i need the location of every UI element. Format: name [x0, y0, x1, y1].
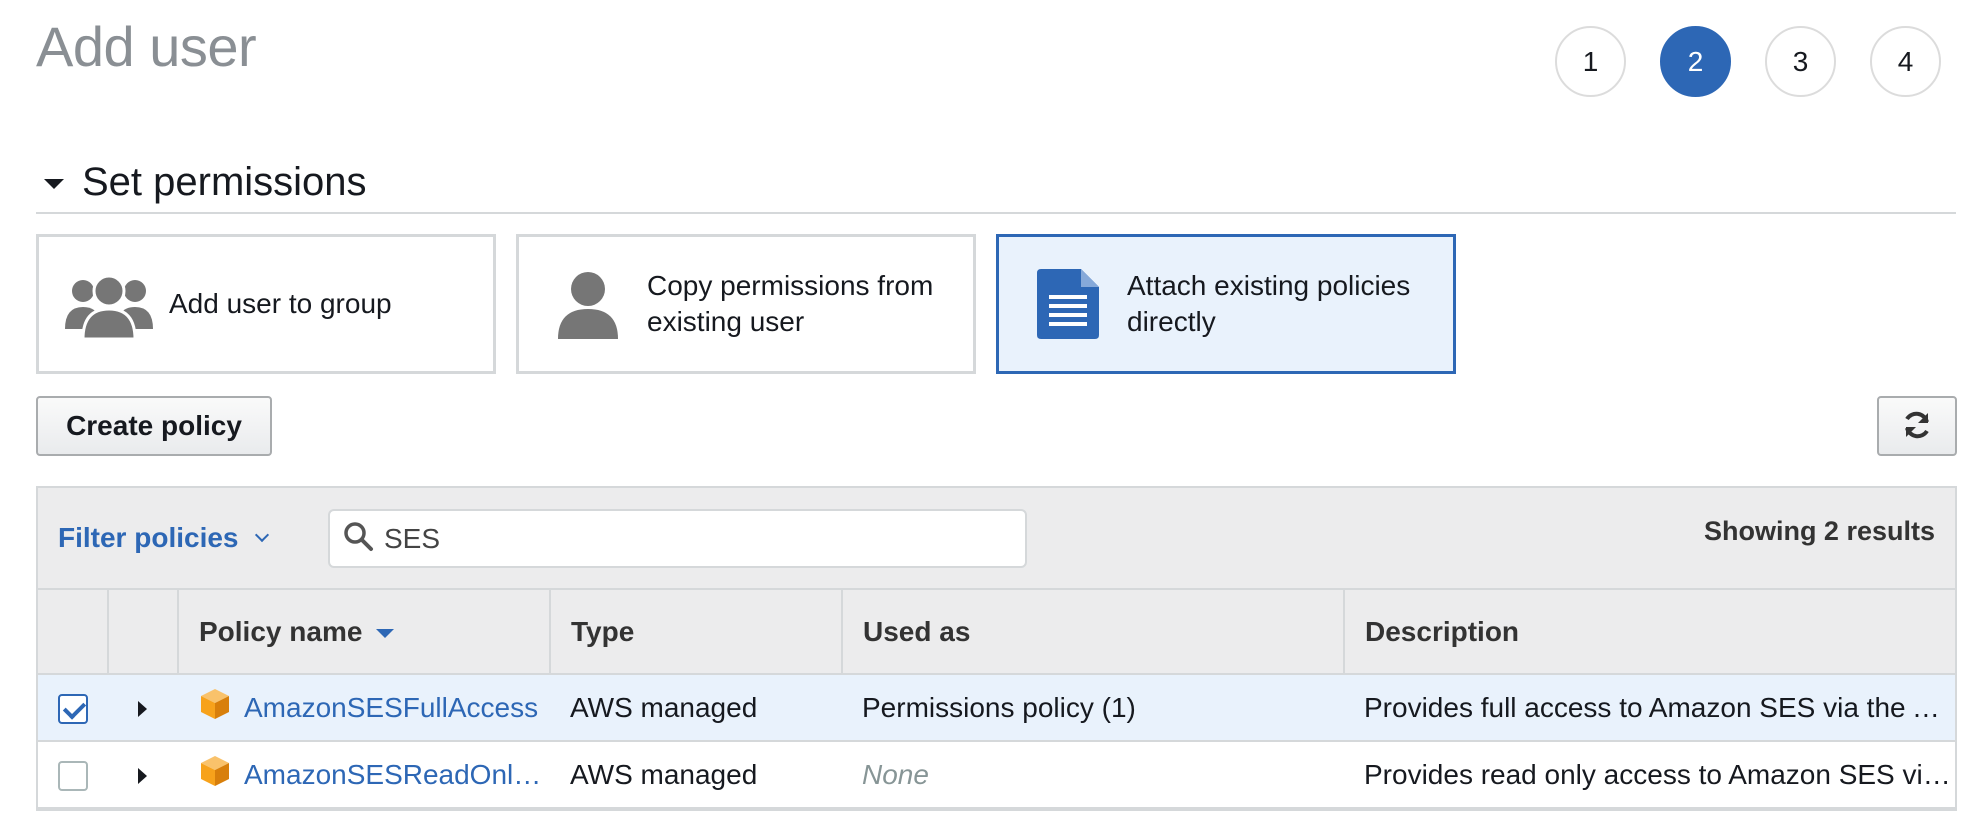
header-select — [38, 590, 109, 675]
document-icon — [1023, 269, 1113, 339]
page-title: Add user — [36, 15, 257, 78]
search-box — [328, 509, 1027, 568]
step-4[interactable]: 4 — [1870, 26, 1941, 97]
header-description[interactable]: Description — [1344, 590, 1955, 675]
expand-caret-icon[interactable] — [138, 768, 147, 785]
policy-cube-icon — [198, 754, 232, 795]
header-used-as[interactable]: Used as — [842, 590, 1345, 675]
create-policy-button[interactable]: Create policy — [36, 396, 272, 456]
sort-desc-icon — [376, 628, 395, 638]
expand-caret-icon[interactable] — [138, 701, 147, 718]
policy-cube-icon — [198, 687, 232, 728]
option-copy-permissions[interactable]: Copy permissions from existing user — [516, 234, 976, 374]
option-label: Copy permissions from existing user — [647, 270, 934, 337]
table-header-row: Policy name Type Used as Description — [38, 590, 1955, 675]
table-row[interactable]: AmazonSESFullAccess AWS managed Permissi… — [38, 674, 1955, 742]
policy-name-link[interactable]: AmazonSESFullAccess — [244, 692, 538, 724]
policies-table: Filter policies Showing 2 results — [36, 486, 1957, 811]
policy-name-link[interactable]: AmazonSESReadOnlyAccess — [244, 759, 549, 791]
table-row[interactable]: AmazonSESReadOnlyAccess AWS managed None… — [38, 741, 1955, 809]
policy-used-as: Permissions policy (1) — [842, 674, 1344, 742]
policy-used-as: None — [842, 741, 1344, 809]
policy-type: AWS managed — [550, 674, 842, 742]
search-input[interactable] — [382, 521, 982, 556]
step-2[interactable]: 2 — [1660, 26, 1731, 97]
row-checkbox[interactable] — [57, 760, 88, 791]
filter-policies-dropdown[interactable]: Filter policies — [58, 522, 269, 554]
option-label: Attach existing policies directly — [1127, 270, 1411, 337]
policy-description: Provides read only access to Amazon SES … — [1344, 741, 1955, 809]
option-attach-policies[interactable]: Attach existing policies directly — [996, 234, 1456, 374]
policy-description: Provides full access to Amazon SES via t… — [1344, 674, 1955, 742]
filter-label: Filter policies — [58, 522, 239, 553]
user-icon — [543, 269, 633, 339]
users-group-icon — [63, 269, 155, 339]
results-count: Showing 2 results — [1703, 516, 1935, 546]
header-type[interactable]: Type — [550, 590, 843, 675]
step-1[interactable]: 1 — [1555, 26, 1626, 97]
filter-bar: Filter policies Showing 2 results — [38, 488, 1955, 590]
row-checkbox[interactable] — [57, 693, 88, 724]
option-label: Add user to group — [169, 288, 392, 319]
wizard-steps: 1 2 3 4 — [1555, 26, 1941, 97]
section-toggle[interactable]: Set permissions — [36, 152, 1956, 214]
header-policy-name[interactable]: Policy name — [178, 590, 551, 675]
chevron-down-icon — [254, 527, 269, 543]
policy-type: AWS managed — [550, 741, 842, 809]
permission-options: Add user to group Copy permissions from … — [36, 234, 1456, 374]
step-3[interactable]: 3 — [1765, 26, 1836, 97]
refresh-button[interactable] — [1877, 396, 1957, 456]
option-add-user-to-group[interactable]: Add user to group — [36, 234, 496, 374]
header-expand — [108, 590, 179, 675]
caret-down-icon — [44, 179, 64, 189]
section-title: Set permissions — [82, 159, 367, 204]
policies-grid: Policy name Type Used as Description Ama… — [38, 590, 1955, 809]
refresh-icon — [1901, 409, 1933, 444]
search-icon — [342, 520, 374, 557]
